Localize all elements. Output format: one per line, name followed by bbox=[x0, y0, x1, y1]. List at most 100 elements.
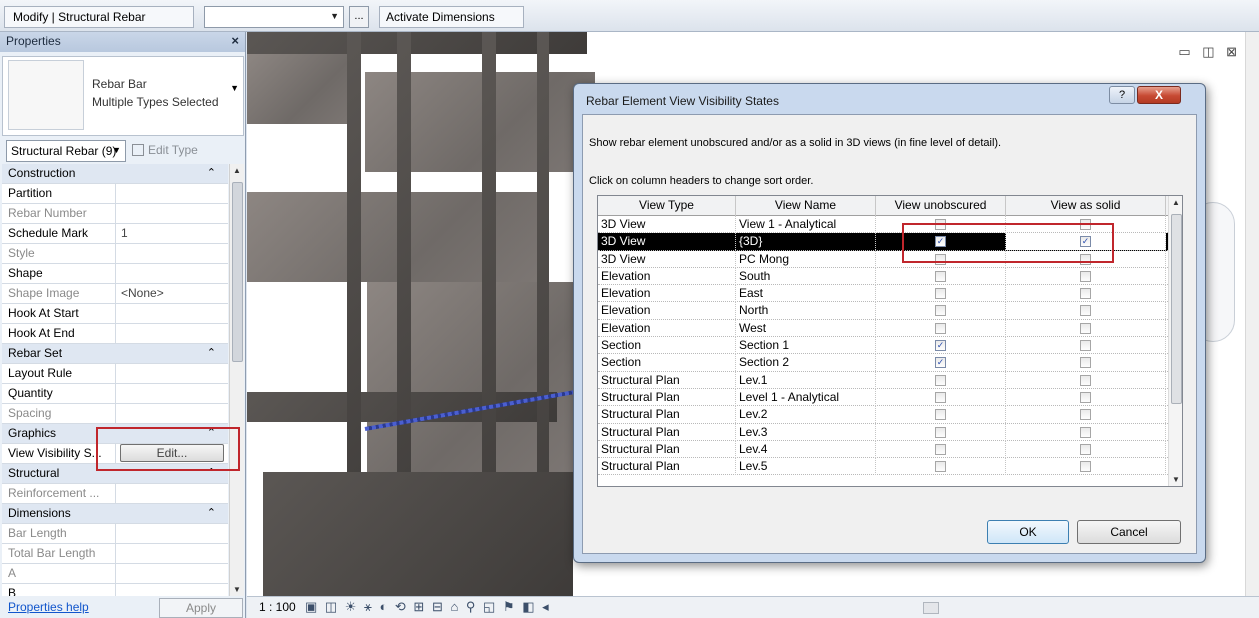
unobscured-checkbox[interactable]: ✓ bbox=[935, 340, 946, 352]
table-row[interactable]: Structural Plan Lev.3 bbox=[598, 423, 1168, 441]
table-row[interactable]: Structural Plan Lev.4 bbox=[598, 440, 1168, 459]
collapse-chevron-icon[interactable]: ⌃ bbox=[207, 506, 216, 519]
property-value[interactable] bbox=[117, 204, 228, 223]
unobscured-checkbox[interactable] bbox=[935, 374, 946, 386]
property-group-header[interactable]: Rebar Set ⌃ bbox=[2, 344, 228, 364]
as-solid-checkbox[interactable] bbox=[1080, 461, 1091, 473]
as-solid-checkbox[interactable] bbox=[1080, 443, 1091, 455]
cancel-button[interactable]: Cancel bbox=[1077, 520, 1181, 544]
table-row[interactable]: Structural Plan Lev.1 bbox=[598, 371, 1168, 389]
property-row[interactable]: Hook At Start bbox=[2, 304, 228, 324]
as-solid-checkbox[interactable] bbox=[1080, 409, 1091, 421]
edit-visibility-button[interactable]: Edit... bbox=[120, 444, 224, 462]
view-scrollbar[interactable] bbox=[1245, 32, 1259, 596]
view-scale[interactable]: 1 : 100 bbox=[259, 600, 296, 614]
property-row[interactable]: Total Bar Length bbox=[2, 544, 228, 564]
table-row[interactable]: Elevation East bbox=[598, 285, 1168, 303]
properties-scrollbar[interactable]: ▲ ▼ bbox=[229, 164, 244, 596]
unobscured-checkbox[interactable] bbox=[935, 391, 946, 403]
unobscured-checkbox[interactable] bbox=[935, 426, 946, 438]
property-row[interactable]: Spacing bbox=[2, 404, 228, 424]
scrollbar-thumb[interactable] bbox=[232, 182, 243, 362]
table-row[interactable]: Structural Plan Lev.5 bbox=[598, 458, 1168, 476]
scroll-down-icon[interactable]: ▼ bbox=[233, 585, 241, 594]
property-row[interactable]: B bbox=[2, 584, 228, 596]
ok-button[interactable]: OK bbox=[987, 520, 1069, 544]
property-row[interactable]: Rebar Number bbox=[2, 204, 228, 224]
table-row[interactable]: 3D View PC Mong bbox=[598, 250, 1168, 268]
property-value[interactable] bbox=[117, 404, 228, 423]
as-solid-checkbox[interactable] bbox=[1080, 322, 1091, 334]
as-solid-checkbox[interactable] bbox=[1080, 426, 1091, 438]
collapse-chevron-icon[interactable]: ⌃ bbox=[207, 426, 216, 439]
property-row[interactable]: Hook At End bbox=[2, 324, 228, 344]
property-value[interactable] bbox=[117, 324, 228, 343]
property-value[interactable] bbox=[117, 584, 228, 596]
property-value[interactable] bbox=[117, 544, 228, 563]
table-row[interactable]: Elevation North bbox=[598, 302, 1168, 320]
column-header-view-unobscured[interactable]: View unobscured bbox=[876, 196, 1006, 216]
table-row[interactable]: Elevation West bbox=[598, 319, 1168, 338]
property-row[interactable]: Partition bbox=[2, 184, 228, 204]
scroll-up-icon[interactable]: ▲ bbox=[1172, 198, 1180, 207]
property-row[interactable]: A bbox=[2, 564, 228, 584]
as-solid-checkbox[interactable] bbox=[1080, 219, 1091, 230]
scrollbar-thumb[interactable] bbox=[1171, 214, 1182, 404]
property-row[interactable]: Reinforcement ... bbox=[2, 484, 228, 504]
table-row[interactable]: 3D View {3D} ✓ ✓ bbox=[598, 233, 1168, 251]
unobscured-checkbox[interactable] bbox=[935, 270, 946, 282]
property-value[interactable] bbox=[117, 524, 228, 543]
dialog-close-button[interactable]: X bbox=[1137, 86, 1181, 104]
as-solid-checkbox[interactable] bbox=[1080, 391, 1091, 403]
collapse-chevron-icon[interactable]: ⌃ bbox=[207, 466, 216, 479]
property-group-header[interactable]: Dimensions ⌃ bbox=[2, 504, 228, 524]
as-solid-checkbox[interactable] bbox=[1080, 288, 1091, 300]
unobscured-checkbox[interactable] bbox=[935, 305, 946, 317]
column-header-view-type[interactable]: View Type bbox=[598, 196, 736, 216]
type-combo[interactable]: ▼ bbox=[204, 6, 344, 28]
as-solid-checkbox[interactable] bbox=[1080, 253, 1091, 265]
unobscured-checkbox[interactable] bbox=[935, 288, 946, 300]
apply-button[interactable]: Apply bbox=[159, 598, 243, 618]
property-row[interactable]: Layout Rule bbox=[2, 364, 228, 384]
property-value[interactable] bbox=[117, 384, 228, 403]
table-row[interactable]: 3D View View 1 - Analytical bbox=[598, 216, 1168, 234]
property-value[interactable]: Edit... bbox=[117, 444, 228, 463]
as-solid-checkbox[interactable] bbox=[1080, 270, 1091, 282]
property-row[interactable]: Schedule Mark 1 bbox=[2, 224, 228, 244]
instance-filter-dropdown[interactable]: Structural Rebar (9) ▼ bbox=[6, 140, 126, 162]
property-value[interactable] bbox=[117, 184, 228, 203]
help-button[interactable]: ? bbox=[1109, 86, 1135, 104]
property-row[interactable]: View Visibility S... Edit... bbox=[2, 444, 228, 464]
unobscured-checkbox[interactable] bbox=[935, 322, 946, 334]
table-row[interactable]: Structural Plan Level 1 - Analytical bbox=[598, 388, 1168, 407]
collapse-chevron-icon[interactable]: ⌃ bbox=[207, 166, 216, 179]
property-row[interactable]: Bar Length bbox=[2, 524, 228, 544]
unobscured-checkbox[interactable] bbox=[935, 461, 946, 473]
activate-dimensions-button[interactable]: Activate Dimensions bbox=[379, 6, 524, 28]
property-value[interactable] bbox=[117, 304, 228, 323]
collapse-chevron-icon[interactable]: ⌃ bbox=[207, 346, 216, 359]
type-selector[interactable]: Rebar Bar Multiple Types Selected ▼ bbox=[2, 56, 244, 136]
scroll-down-icon[interactable]: ▼ bbox=[1172, 475, 1180, 484]
browse-button[interactable]: ... bbox=[349, 6, 369, 28]
as-solid-checkbox[interactable] bbox=[1080, 305, 1091, 317]
unobscured-checkbox[interactable]: ✓ bbox=[935, 357, 946, 369]
property-value[interactable]: <None> bbox=[117, 284, 228, 303]
property-value[interactable] bbox=[117, 264, 228, 283]
unobscured-checkbox[interactable]: ✓ bbox=[935, 236, 946, 248]
property-value[interactable] bbox=[117, 564, 228, 583]
as-solid-checkbox[interactable] bbox=[1080, 357, 1091, 369]
property-value[interactable] bbox=[117, 244, 228, 263]
table-scrollbar[interactable]: ▲ ▼ bbox=[1168, 196, 1182, 486]
as-solid-checkbox[interactable]: ✓ bbox=[1080, 236, 1091, 248]
unobscured-checkbox[interactable] bbox=[935, 443, 946, 455]
table-row[interactable]: Section Section 2 ✓ bbox=[598, 354, 1168, 372]
property-row[interactable]: Quantity bbox=[2, 384, 228, 404]
property-value[interactable] bbox=[117, 364, 228, 383]
view-window-controls[interactable]: ▭ ◫ ⊠ bbox=[1178, 44, 1241, 60]
property-value[interactable]: 1 bbox=[117, 224, 228, 243]
properties-help-link[interactable]: Properties help bbox=[8, 600, 89, 614]
table-row[interactable]: Elevation South bbox=[598, 267, 1168, 286]
property-row[interactable]: Style bbox=[2, 244, 228, 264]
